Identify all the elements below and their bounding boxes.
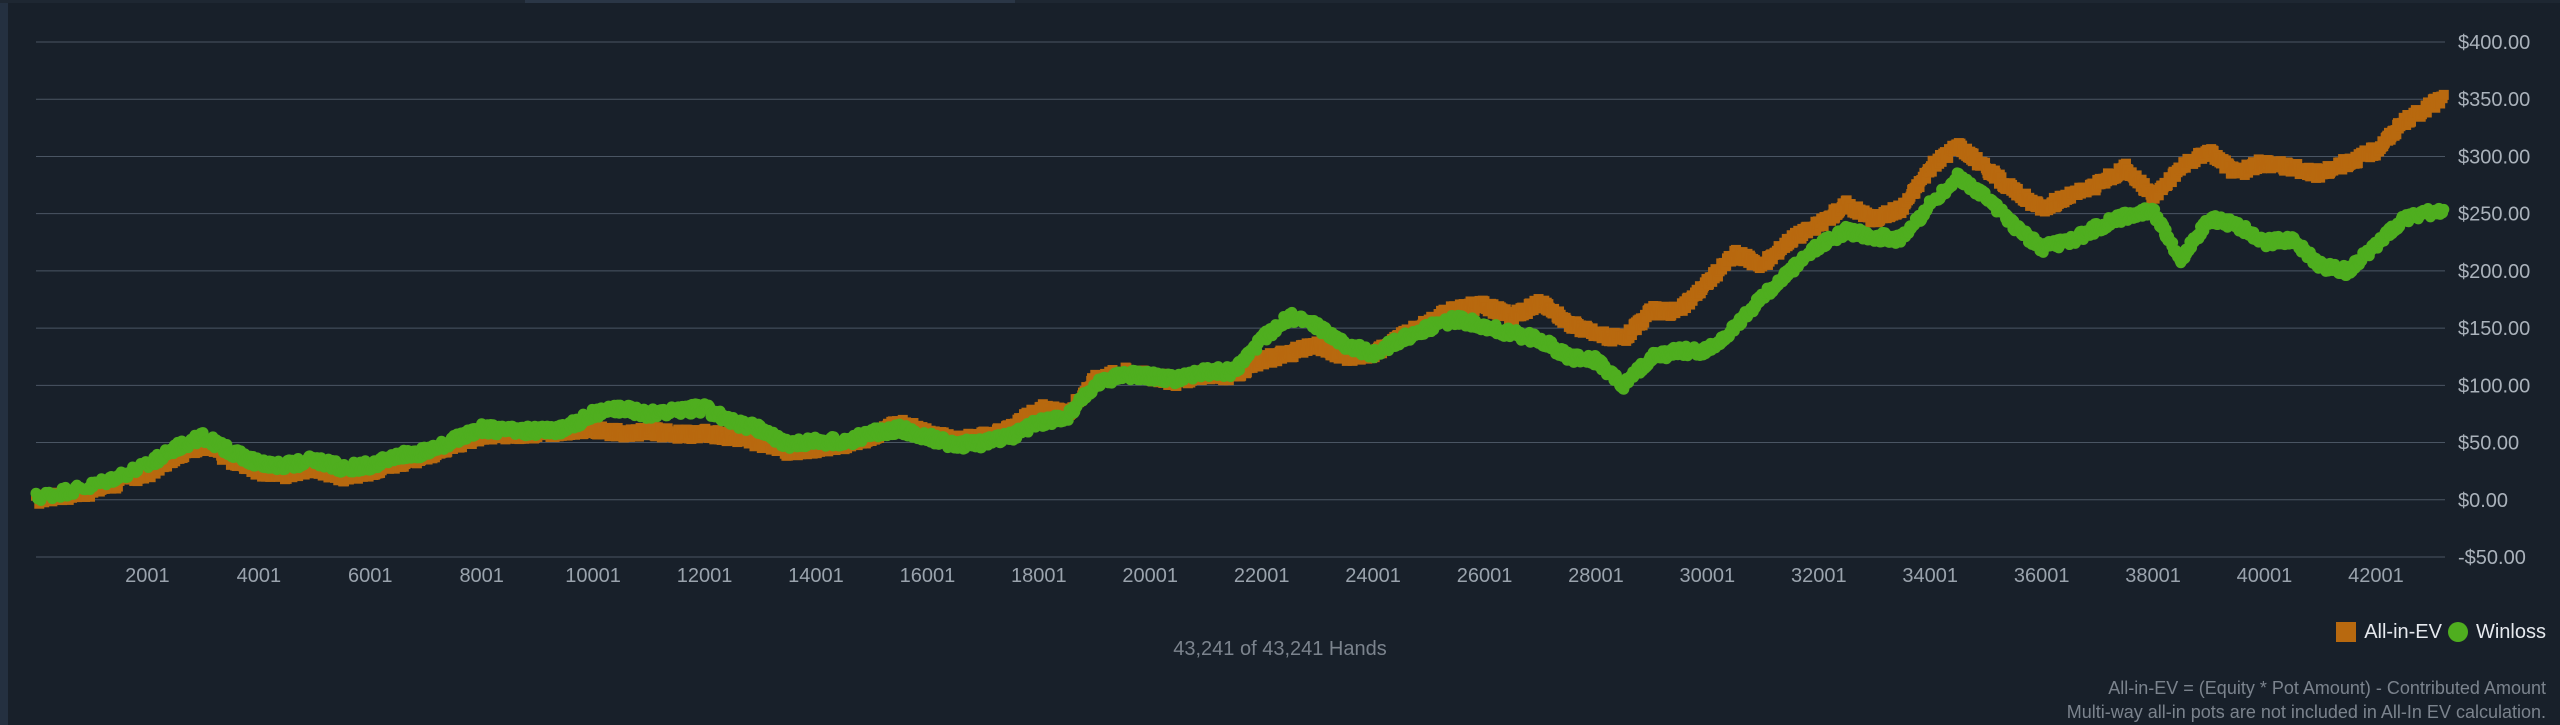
y-tick-label: $150.00: [2458, 318, 2530, 340]
x-tick-label: 38001: [2125, 565, 2181, 587]
series-layer: [30, 89, 2450, 509]
x-tick-label: 30001: [1680, 565, 1736, 587]
y-tick-label: $350.00: [2458, 89, 2530, 111]
x-tick-label: 42001: [2348, 565, 2404, 587]
x-tick-label: 18001: [1011, 565, 1067, 587]
x-tick-label: 4001: [237, 565, 282, 587]
x-tick-label: 20001: [1122, 565, 1178, 587]
y-axis: -$50.00 $0.00 $50.00 $100.00 $150.00 $200.00 $…: [2458, 32, 2530, 569]
ev-point: [2438, 89, 2449, 100]
y-tick-label: $0.00: [2458, 490, 2508, 512]
x-tick-label: 22001: [1234, 565, 1290, 587]
y-tick-label: $200.00: [2458, 261, 2530, 283]
series-winloss: [30, 167, 2450, 506]
x-tick-label: 8001: [459, 565, 504, 587]
ev-graph: -$50.00 $0.00 $50.00 $100.00 $150.00 $200.00 $…: [30, 32, 2530, 587]
x-tick-label: 34001: [1902, 565, 1958, 587]
x-tick-label: 14001: [788, 565, 844, 587]
x-tick-label: 32001: [1791, 565, 1847, 587]
y-tick-label: $250.00: [2458, 204, 2530, 226]
y-tick-label: $300.00: [2458, 146, 2530, 168]
grid-lines: [36, 41, 2445, 558]
y-tick-label: -$50.00: [2458, 547, 2526, 569]
series-all-in-ev: [31, 89, 2449, 509]
x-tick-label: 36001: [2014, 565, 2070, 587]
y-tick-label: $400.00: [2458, 32, 2530, 54]
x-tick-label: 24001: [1345, 565, 1401, 587]
x-tick-label: 6001: [348, 565, 393, 587]
y-tick-label: $100.00: [2458, 375, 2530, 397]
x-tick-label: 2001: [125, 565, 170, 587]
x-tick-label: 16001: [900, 565, 956, 587]
x-tick-label: 40001: [2237, 565, 2293, 587]
x-axis: 2001 4001 6001 8001 10001 12001 14001 16001 1800…: [125, 565, 2404, 587]
y-tick-label: $50.00: [2458, 433, 2519, 455]
x-tick-label: 28001: [1568, 565, 1624, 587]
x-tick-label: 26001: [1457, 565, 1513, 587]
x-tick-label: 12001: [677, 565, 733, 587]
x-tick-label: 10001: [565, 565, 621, 587]
